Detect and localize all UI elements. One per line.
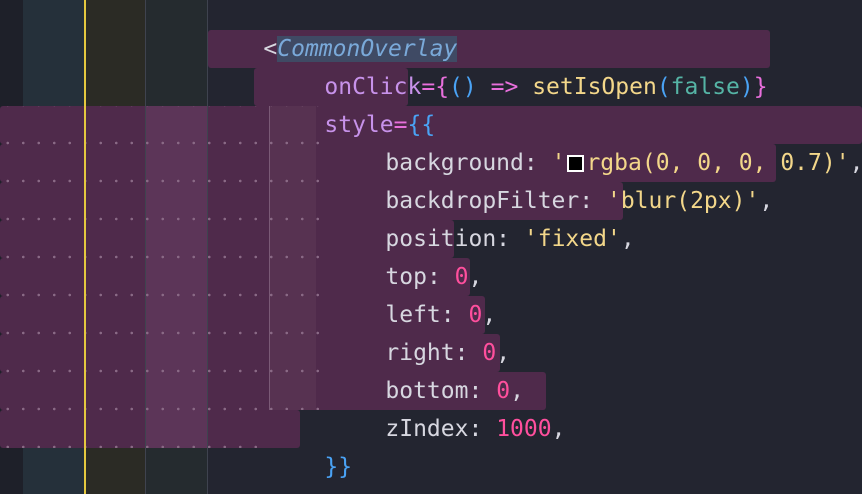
indent-guide-active [84,0,86,494]
code-line[interactable]: background: 'rgba(0, 0, 0, 0.7)', [330,106,862,176]
indent-guide [145,0,146,494]
code-line[interactable]: left: 0, [330,258,496,328]
colon: : [496,226,511,252]
code-line[interactable]: zIndex: 1000, [330,372,565,442]
number-value: 1000 [496,416,552,442]
quote-close: ' [835,150,850,176]
comma: , [551,416,566,442]
comma: , [850,150,862,176]
property-key: zIndex [385,416,469,442]
colon: : [468,416,483,442]
code-line[interactable]: top: 0, [330,220,482,290]
indent-highlight [146,106,208,448]
code-line[interactable]: right: 0, [330,296,510,366]
close-braces: }} [324,454,353,480]
code-line[interactable]: /> [208,448,291,494]
string-value: 'fixed' [523,226,621,252]
code-line[interactable]: <CommonOverlay [208,0,458,62]
call-paren-close: ) [739,74,754,100]
code-line[interactable]: }} [269,410,352,480]
comma: , [759,188,774,214]
arrow-operator: => [490,74,519,100]
code-editor[interactable]: <CommonOverlay onClick={() => setIsOpen(… [0,0,862,494]
paren-open: ( [449,74,463,100]
code-line[interactable]: bottom: 0, [330,334,524,404]
function-name: setIsOpen [532,74,657,100]
close-brace: } [753,74,768,100]
boolean-literal: false [670,74,740,100]
code-line[interactable]: backdropFilter: 'blur(2px)', [330,144,773,214]
open-brace: { [435,74,450,100]
code-line[interactable]: position: 'fixed', [330,182,634,252]
call-paren-open: ( [656,74,671,100]
code-line[interactable]: onClick={() => setIsOpen(false)} [269,30,767,100]
code-line[interactable]: style={{ [269,68,435,138]
comma: , [620,226,635,252]
paren-close: ) [462,74,477,100]
